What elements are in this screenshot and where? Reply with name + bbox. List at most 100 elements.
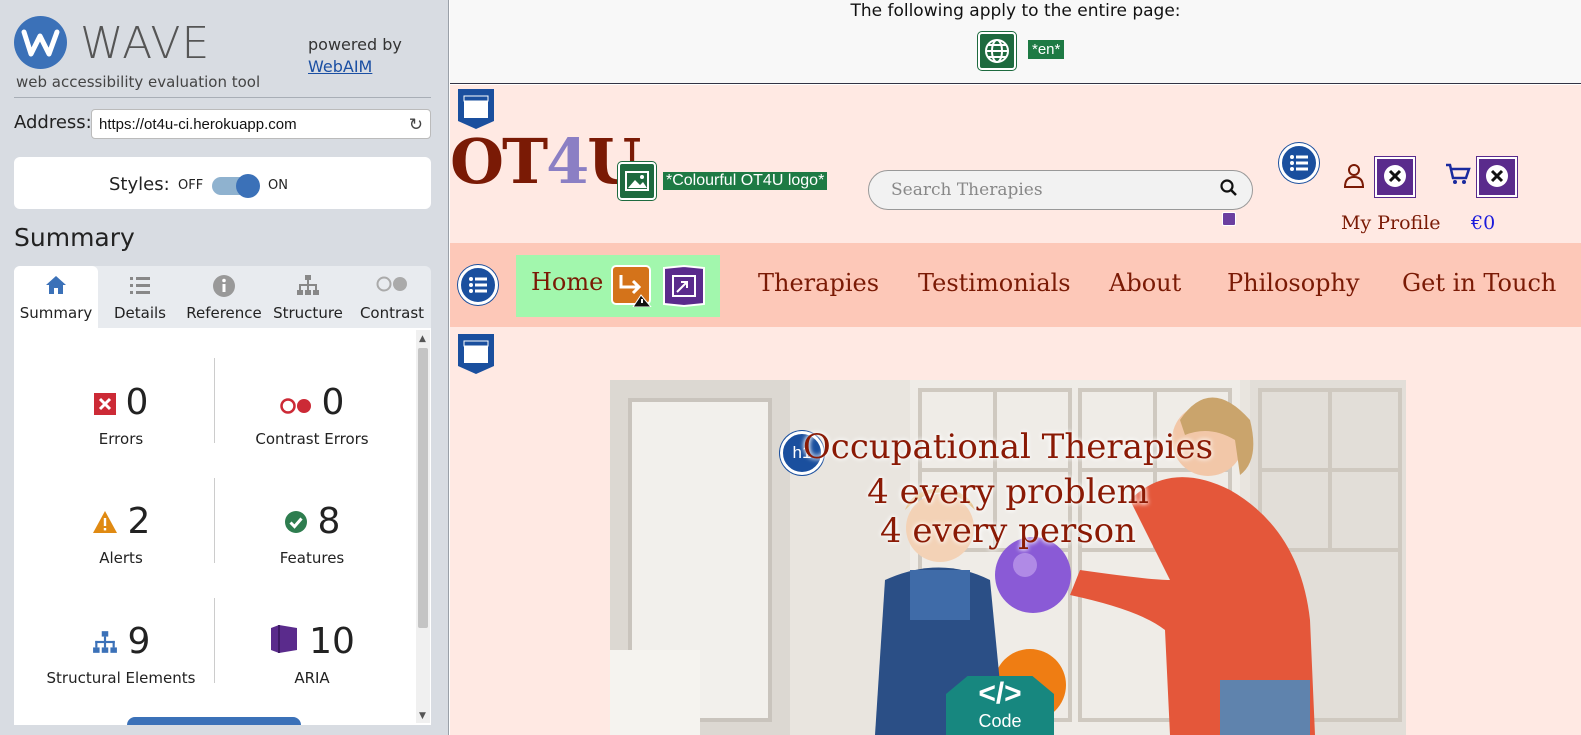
image-alt-icon[interactable] <box>618 162 656 200</box>
powered-by: powered by WebAIM <box>308 34 402 78</box>
structure-icon <box>92 623 118 663</box>
error-icon <box>93 384 116 424</box>
alert-icon <box>92 503 118 543</box>
wave-logo-icon <box>14 16 67 69</box>
stat-value: 0 <box>321 382 345 423</box>
language-globe-icon[interactable] <box>978 32 1016 70</box>
feature-icon <box>284 503 308 543</box>
stat-structural-elements[interactable]: 9 Structural Elements <box>26 621 216 688</box>
view-details-button[interactable] <box>127 717 301 725</box>
page-level-notice-text: The following apply to the entire page: <box>850 1 1181 21</box>
scroll-down-icon[interactable]: ▼ <box>419 711 426 721</box>
stat-label: Structural Elements <box>46 669 196 687</box>
aria-small-icon[interactable] <box>1222 212 1236 226</box>
nav-item-about[interactable]: About <box>1109 269 1181 297</box>
page-preview: The following apply to the entire page: … <box>450 0 1581 735</box>
user-icon[interactable] <box>1343 163 1365 195</box>
cart-icon[interactable] <box>1445 162 1471 192</box>
styles-label: Styles: <box>109 174 170 195</box>
site-content: OT4U *Colourful OT4U logo* Search Therap… <box>450 85 1581 735</box>
nav-item-testimonials[interactable]: Testimonials <box>918 269 1071 297</box>
stat-features[interactable]: 8 Features <box>217 501 407 568</box>
code-label: Code <box>978 711 1022 731</box>
tab-label: Reference <box>186 304 262 322</box>
hero-line: 4 every person <box>879 511 1137 551</box>
styles-off-label: OFF <box>178 178 204 193</box>
summary-heading: Summary <box>14 223 135 252</box>
main-navigation: Home Therapies Testimonials About Philos… <box>450 243 1581 327</box>
search-placeholder: Search Therapies <box>891 180 1043 200</box>
structure-icon <box>266 274 350 300</box>
address-label: Address: <box>14 112 92 133</box>
logo-alt-text: *Colourful OT4U logo* <box>663 172 828 190</box>
stat-label: Features <box>279 549 345 567</box>
styles-toggle[interactable] <box>212 174 260 198</box>
tab-contrast[interactable]: Contrast <box>350 266 434 328</box>
code-toggle-button[interactable]: </> Code <box>946 676 1054 735</box>
stat-value: 10 <box>309 621 355 662</box>
stat-value: 0 <box>125 382 149 423</box>
my-profile-link[interactable]: My Profile <box>1341 212 1441 234</box>
nav-home-label: Home <box>531 268 604 296</box>
home-icon <box>14 274 98 300</box>
hero-heading: Occupational Therapies 4 every problem 4… <box>610 425 1406 554</box>
code-icon: </> <box>978 677 1022 710</box>
styles-on-label: ON <box>268 178 288 193</box>
divider <box>14 97 431 98</box>
tab-label: Details <box>113 304 166 322</box>
stat-errors[interactable]: 0 Errors <box>26 383 216 448</box>
search-icon[interactable] <box>1220 179 1238 202</box>
tab-label: Contrast <box>359 304 425 322</box>
aria-label-icon[interactable] <box>1375 157 1415 197</box>
main-landmark-icon[interactable] <box>454 332 498 376</box>
summary-panel: 0 Errors 0 Contrast Errors 2 Alerts 8 Fe… <box>14 328 431 725</box>
redirect-alert-icon[interactable] <box>611 265 653 308</box>
nav-item-home[interactable]: Home <box>516 255 720 317</box>
nav-item-get-in-touch[interactable]: Get in Touch <box>1402 269 1556 297</box>
brand-text: OT <box>450 125 548 198</box>
list-feature-icon[interactable] <box>458 265 498 305</box>
language-tag: *en* <box>1028 40 1065 59</box>
stat-alerts[interactable]: 2 Alerts <box>26 502 216 567</box>
panel-scrollbar[interactable]: ▲ ▼ <box>416 330 430 723</box>
reload-icon[interactable]: ↻ <box>409 115 423 135</box>
info-icon <box>182 274 266 300</box>
stat-value: 8 <box>317 501 341 542</box>
tab-details[interactable]: Details <box>98 266 182 328</box>
webaim-link[interactable]: WebAIM <box>308 57 372 76</box>
contrast-error-icon <box>279 384 312 424</box>
page-level-notice: The following apply to the entire page: … <box>450 0 1581 84</box>
stat-value: 9 <box>127 621 151 662</box>
search-input[interactable]: Search Therapies <box>868 170 1253 210</box>
tab-reference[interactable]: Reference <box>182 266 266 328</box>
address-input[interactable]: https://ot4u-ci.herokuapp.com ↻ <box>91 109 431 139</box>
nav-item-therapies[interactable]: Therapies <box>758 269 879 297</box>
brand-four: 4 <box>546 125 589 198</box>
site-logo[interactable]: OT4U <box>450 125 641 198</box>
tab-label: Structure <box>273 304 343 322</box>
aria-popup-icon[interactable] <box>662 264 706 308</box>
address-value: https://ot4u-ci.herokuapp.com <box>99 116 297 133</box>
stat-aria[interactable]: 10 ARIA <box>217 622 407 687</box>
tab-structure[interactable]: Structure <box>266 266 350 328</box>
list-icon <box>98 274 182 300</box>
scrollbar-thumb[interactable] <box>418 348 428 628</box>
scroll-up-icon[interactable]: ▲ <box>419 334 426 344</box>
tab-label: Summary <box>19 304 93 322</box>
toggle-knob[interactable] <box>236 174 260 198</box>
tab-summary[interactable]: Summary <box>14 266 98 328</box>
aria-icon <box>269 623 299 663</box>
cart-total-link[interactable]: €0 <box>1471 212 1495 234</box>
contrast-icon <box>350 274 434 300</box>
nav-item-philosophy[interactable]: Philosophy <box>1227 269 1360 297</box>
styles-toggle-panel: Styles: OFF ON <box>14 157 431 209</box>
stat-label: Alerts <box>99 549 143 567</box>
list-feature-icon[interactable] <box>1279 143 1319 183</box>
tab-bar: Summary Details Reference Structure Cont… <box>14 266 431 328</box>
stat-contrast-errors[interactable]: 0 Contrast Errors <box>217 382 407 449</box>
wave-tagline: web accessibility evaluation tool <box>16 73 261 91</box>
powered-by-label: powered by <box>308 35 402 54</box>
aria-label-icon[interactable] <box>1477 157 1517 197</box>
wave-sidebar: WAVE web accessibility evaluation tool p… <box>0 0 449 735</box>
hero-line: Occupational Therapies <box>802 427 1214 467</box>
